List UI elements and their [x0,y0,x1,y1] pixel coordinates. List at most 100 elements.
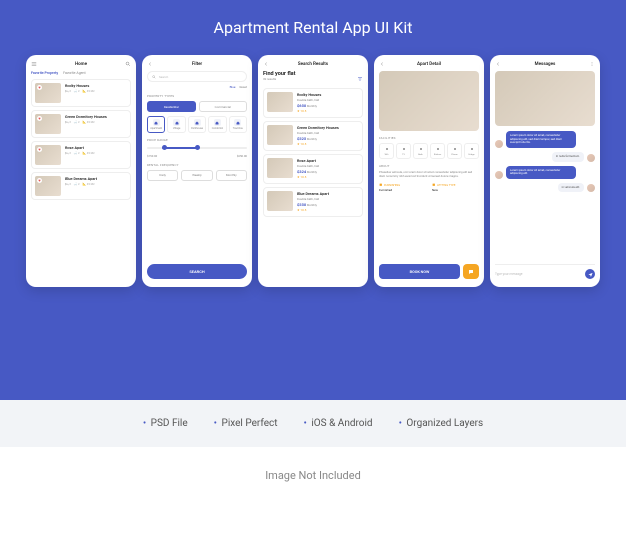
pill-commercial[interactable]: Commercial [199,101,248,112]
result-image [267,191,293,211]
back-icon[interactable] [147,61,153,67]
message-row: Lorem ipsum dolor sit amet, consectetur … [495,131,595,148]
listing-image [35,83,61,103]
message-bubble: in vehicula elit. [558,183,584,193]
price-slider[interactable] [147,147,247,149]
back-icon[interactable] [495,61,501,67]
listing-name: Rose Apart [65,145,127,150]
spec-key: FURNISHING [379,183,426,187]
result-name: Green Dormitory Houses [297,125,359,130]
message-input[interactable]: Type your message [495,264,595,279]
facility-label: Fridge [467,153,476,156]
message-placeholder: Type your message [495,272,582,276]
result-name: Rose Apart [297,158,359,163]
listing-card[interactable]: Blue Dreams Apart 🛏 3🛁 2📐 45 M2 [31,172,131,200]
result-card[interactable]: Rose Apart Double bath, hall $324 Monthl… [263,154,363,184]
spacer [357,61,363,67]
facility-label: TV [399,153,408,156]
more-icon[interactable] [589,61,595,67]
listing-image [35,114,61,134]
page-title: Apartment Rental App UI Kit [22,18,604,37]
facility-label: Bath [416,153,425,156]
back-icon[interactable] [379,61,385,67]
result-image [267,92,293,112]
subtype-apartment[interactable]: Apartment [147,116,165,133]
results-count: 32 results [263,77,296,81]
pill-daily[interactable]: Daily [147,170,178,181]
bath-icon [418,146,424,152]
tab-favorite-agent[interactable]: Favorite Agent [63,71,86,75]
facilities-label: FACILITIES [379,136,479,140]
result-image [267,158,293,178]
subtype-icon [214,119,221,126]
favorite-icon[interactable] [37,147,42,152]
result-sub: Double bath, hall [297,164,359,168]
listing-image [35,176,61,196]
subtype-icon [173,119,180,126]
message-hero-image [495,71,595,126]
spec-value: New [432,188,479,192]
spacer [473,61,479,67]
result-name: Blue Dreams Apart [297,191,359,196]
favorite-icon[interactable] [37,178,42,183]
back-icon[interactable] [263,61,269,67]
avatar [495,171,503,179]
pill-residential[interactable]: Residential [147,101,196,112]
feature-item: Pixel Perfect [214,418,278,429]
facility-wifi: Wifi [379,143,394,159]
listing-name: Rocky Houses [65,83,127,88]
facility-phone: Phone [447,143,462,159]
result-stars: ★ 10.5 [297,109,359,113]
subtype-label: Townhou [232,127,244,130]
result-price: $550 [297,202,306,207]
listing-card[interactable]: Rocky Houses 🛏 3🛁 2📐 45 M2 [31,79,131,107]
subtype-condomin[interactable]: Condomin [208,116,226,133]
tv-icon [401,146,407,152]
pill-weekly[interactable]: Weekly [181,170,212,181]
result-price: $650 [297,103,306,108]
avatar [587,154,595,162]
result-sub: Double bath, hall [297,197,359,201]
features-bar: PSD FilePixel PerfectiOS & AndroidOrgani… [0,400,626,447]
message-row: In nulla fermentum. [495,152,595,162]
favorite-icon[interactable] [37,85,42,90]
tab-favorite-property[interactable]: Favorite Property [31,71,58,75]
avatar [587,184,595,192]
about-text: Phasellus vehicula, orci lorem dolor sit… [379,171,479,179]
pill-monthly[interactable]: Monthly [216,170,247,181]
search-button[interactable]: SEARCH [147,264,247,279]
feature-item: Organized Layers [399,418,484,429]
filter-icon[interactable] [357,76,363,82]
screen-filter: Filter Search Blue Reset PROPERTY TYPES … [142,55,252,287]
search-input[interactable]: Search [147,71,247,82]
subtype-icon [194,119,201,126]
property-types-label: PROPERTY TYPES [147,94,247,98]
chat-button[interactable] [463,264,479,279]
subtype-townhou[interactable]: Townhou [229,116,247,133]
book-button[interactable]: BOOK NOW [379,264,460,279]
subtype-penthouse[interactable]: Penthouse [188,116,206,133]
result-card[interactable]: Blue Dreams Apart Double bath, hall $550… [263,187,363,217]
screen-title: Filter [192,62,202,67]
filter-action-reset[interactable]: Reset [239,85,247,89]
filter-action-blue[interactable]: Blue [230,85,236,89]
subtype-village[interactable]: Village [167,116,185,133]
footer-note: Image Not Included [0,447,626,504]
price-range-label: PRICE RANGE [147,138,247,142]
menu-icon[interactable] [31,61,37,67]
result-stars: ★ 10.5 [297,142,359,146]
listing-card[interactable]: Green Dormitory Houses 🛏 3🛁 2📐 45 M2 [31,110,131,138]
search-icon[interactable] [125,61,131,67]
about-label: ABOUT [379,164,479,168]
listing-card[interactable]: Rose Apart 🛏 3🛁 2📐 45 M2 [31,141,131,169]
result-card[interactable]: Rocky Houses Double bath, hall $650 Mont… [263,88,363,118]
subtype-label: Village [170,127,182,130]
result-card[interactable]: Green Dormitory Houses Double bath, hall… [263,121,363,151]
price-max: $250.00 [237,154,247,158]
message-bubble: Lorem ipsum dolor sit amet, consectetur … [506,166,576,179]
send-button[interactable] [585,269,595,279]
result-stars: ★ 10.5 [297,175,359,179]
message-row: Lorem ipsum dolor sit amet, consectetur … [495,166,595,179]
favorite-icon[interactable] [37,116,42,121]
phone-icon [452,146,458,152]
